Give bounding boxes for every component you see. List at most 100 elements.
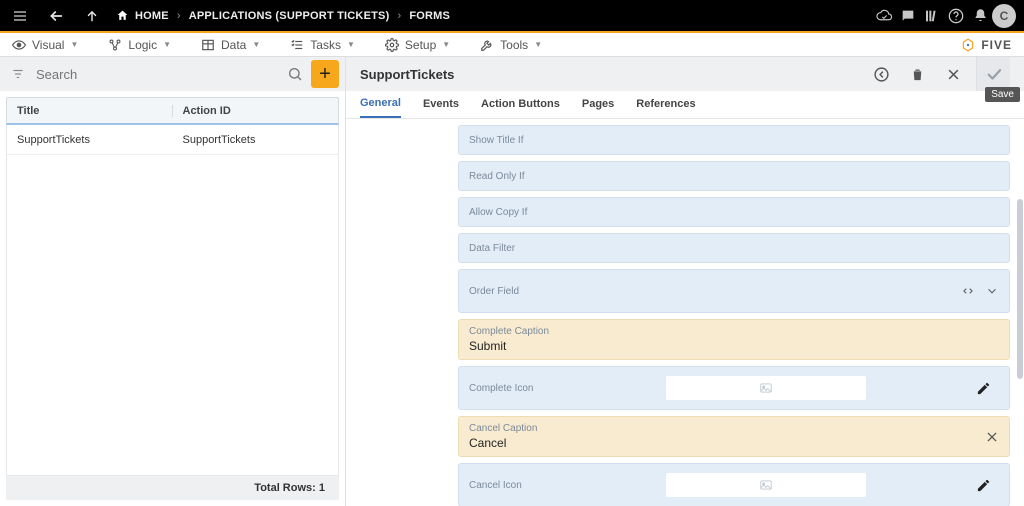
pencil-icon[interactable] (967, 381, 999, 396)
menu-logic[interactable]: Logic ▼ (108, 38, 171, 52)
menu-tasks[interactable]: Tasks ▼ (290, 38, 355, 52)
field-label: Data Filter (469, 243, 999, 254)
back-icon[interactable] (44, 4, 68, 28)
avatar[interactable]: C (992, 4, 1016, 28)
scrollbar-thumb[interactable] (1017, 199, 1023, 379)
left-panel: + Title Action ID SupportTickets Support… (0, 57, 346, 506)
field-order-field[interactable]: Order Field (458, 269, 1010, 313)
menu-label: Data (221, 38, 246, 52)
field-label: Show Title If (469, 135, 999, 146)
chevron-down-icon: ▼ (347, 40, 355, 49)
icon-preview (666, 376, 866, 400)
breadcrumb-home-label: HOME (135, 10, 169, 22)
field-value: Cancel (469, 436, 999, 450)
col-action[interactable]: Action ID (173, 105, 241, 117)
save-button[interactable] (976, 57, 1010, 91)
chevron-down-icon: ▼ (442, 40, 450, 49)
up-icon[interactable] (80, 4, 104, 28)
breadcrumb: HOME › APPLICATIONS (SUPPORT TICKETS) › … (116, 9, 450, 22)
list-footer: Total Rows: 1 (6, 476, 339, 500)
chat-icon[interactable] (896, 4, 920, 28)
field-label: Cancel Caption (469, 423, 999, 434)
tab-events[interactable]: Events (423, 90, 459, 118)
field-label: Complete Icon (469, 383, 565, 394)
editor-header: SupportTickets (346, 57, 1024, 91)
menu-label: Tools (500, 38, 528, 52)
menu-label: Visual (32, 38, 64, 52)
field-allow-copy-if[interactable]: Allow Copy If (458, 197, 1010, 227)
tab-action-buttons[interactable]: Action Buttons (481, 90, 560, 118)
chevron-down-icon: ▼ (252, 40, 260, 49)
breadcrumb-forms-label: FORMS (409, 10, 450, 22)
icon-preview (666, 473, 866, 497)
chevron-right-icon: › (397, 10, 401, 22)
footer-count: 1 (319, 482, 325, 494)
page-title: SupportTickets (360, 67, 454, 82)
search-icon[interactable] (283, 62, 307, 86)
avatar-initial: C (1000, 9, 1009, 23)
pencil-icon[interactable] (967, 478, 999, 493)
close-icon[interactable] (940, 61, 966, 87)
bell-icon[interactable] (968, 4, 992, 28)
breadcrumb-apps-label: APPLICATIONS (SUPPORT TICKETS) (189, 10, 390, 22)
field-read-only-if[interactable]: Read Only If (458, 161, 1010, 191)
chevron-right-icon: › (177, 10, 181, 22)
brand-label: FIVE (981, 38, 1012, 52)
tab-references[interactable]: References (636, 90, 695, 118)
field-show-title-if[interactable]: Show Title If (458, 125, 1010, 155)
help-icon[interactable] (944, 4, 968, 28)
scrollbar[interactable] (1016, 119, 1024, 506)
add-button[interactable]: + (311, 60, 339, 88)
field-complete-caption[interactable]: Complete Caption Submit (458, 319, 1010, 360)
field-label: Allow Copy If (469, 207, 999, 218)
breadcrumb-home[interactable]: HOME (116, 9, 169, 22)
save-tooltip: Save (985, 87, 1020, 102)
list-body: SupportTickets SupportTickets (6, 125, 339, 476)
chevron-down-icon: ▼ (534, 40, 542, 49)
breadcrumb-apps[interactable]: APPLICATIONS (SUPPORT TICKETS) (189, 10, 390, 22)
menu-setup[interactable]: Setup ▼ (385, 38, 450, 52)
top-bar: HOME › APPLICATIONS (SUPPORT TICKETS) › … (0, 0, 1024, 31)
delete-icon[interactable] (904, 61, 930, 87)
field-value: Submit (469, 339, 999, 353)
field-label: Cancel Icon (469, 480, 565, 491)
main: + Title Action ID SupportTickets Support… (0, 57, 1024, 506)
revert-icon[interactable] (868, 61, 894, 87)
table-row[interactable]: SupportTickets SupportTickets (7, 125, 338, 155)
tab-pages[interactable]: Pages (582, 90, 614, 118)
chevron-down-icon: ▼ (70, 40, 78, 49)
search-bar: + (0, 57, 345, 91)
menu-data[interactable]: Data ▼ (201, 38, 260, 52)
menu-label: Tasks (310, 38, 341, 52)
filter-icon[interactable] (6, 62, 30, 86)
list-wrap: Title Action ID SupportTickets SupportTi… (0, 91, 345, 506)
field-cancel-caption[interactable]: Cancel Caption Cancel (458, 416, 1010, 457)
field-label: Order Field (469, 286, 999, 297)
code-icon[interactable] (961, 284, 975, 298)
chevron-down-icon[interactable] (985, 284, 999, 298)
breadcrumb-forms[interactable]: FORMS (409, 10, 450, 22)
menu-icon[interactable] (8, 4, 32, 28)
library-icon[interactable] (920, 4, 944, 28)
menu-visual[interactable]: Visual ▼ (12, 38, 78, 52)
col-title[interactable]: Title (7, 105, 173, 117)
menu-tools[interactable]: Tools ▼ (480, 38, 542, 52)
chevron-down-icon: ▼ (163, 40, 171, 49)
cell-action: SupportTickets (173, 134, 266, 146)
field-cancel-icon[interactable]: Cancel Icon (458, 463, 1010, 506)
tabs: General Events Action Buttons Pages Refe… (346, 91, 1024, 119)
cell-title: SupportTickets (7, 134, 173, 146)
form-area: Show Title If Read Only If Allow Copy If… (346, 119, 1024, 506)
list-header: Title Action ID (6, 97, 339, 125)
field-complete-icon[interactable]: Complete Icon (458, 366, 1010, 410)
menu-bar: Visual ▼ Logic ▼ Data ▼ Tasks ▼ Setup ▼ Tools… (0, 33, 1024, 57)
field-data-filter[interactable]: Data Filter (458, 233, 1010, 263)
menu-label: Setup (405, 38, 436, 52)
brand-logo: FIVE (961, 38, 1012, 52)
footer-label: Total Rows: (254, 482, 316, 494)
cloud-icon[interactable] (872, 4, 896, 28)
tab-general[interactable]: General (360, 90, 401, 118)
search-input[interactable] (34, 66, 279, 83)
menu-label: Logic (128, 38, 157, 52)
clear-icon[interactable] (985, 430, 999, 444)
